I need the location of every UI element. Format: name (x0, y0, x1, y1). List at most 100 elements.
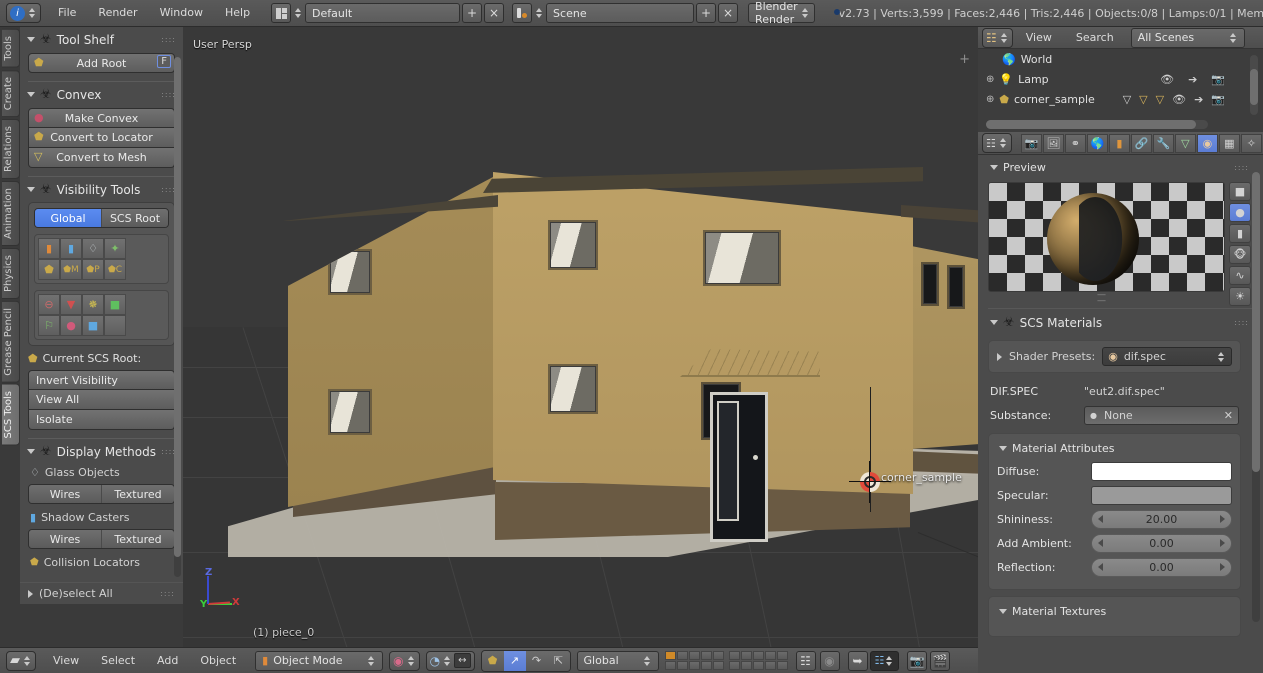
snap-chevron-icon[interactable] (884, 655, 894, 666)
expand-triangle-icon[interactable] (997, 352, 1002, 361)
delete-layout-button[interactable]: × (484, 3, 505, 23)
layer-7[interactable] (740, 651, 752, 660)
panel-header-scs-materials[interactable]: ☣ SCS Materials :::: (978, 313, 1263, 334)
viewport-shading-selector[interactable]: ◉ (389, 650, 420, 671)
locator-m-icon[interactable]: ⬟M (60, 259, 82, 280)
viewport-editor-type-selector[interactable]: ▰ (6, 650, 36, 671)
cone-icon[interactable]: ▼ (60, 294, 82, 315)
screen-layout-field[interactable]: Default (305, 3, 461, 23)
visibility-scope-toggle[interactable]: Global SCS Root (34, 208, 169, 228)
layer-11[interactable] (664, 661, 676, 670)
layer-17[interactable] (740, 661, 752, 670)
clear-substance-icon[interactable]: ✕ (1224, 409, 1233, 422)
panel-header-tool-shelf[interactable]: ☣ Tool Shelf :::: (20, 27, 183, 50)
chevron-updown-icon[interactable] (22, 655, 32, 666)
locator-icon[interactable]: ⬟ (38, 259, 60, 280)
panel-header-display-methods[interactable]: ☣ Display Methods :::: (20, 439, 183, 462)
tab-material[interactable]: ◉ (1196, 133, 1218, 153)
layer-4[interactable] (700, 651, 712, 660)
sphere-sky-preview-icon[interactable]: ☀ (1229, 287, 1251, 306)
tab-data[interactable]: ▽ (1174, 133, 1196, 153)
mesh-triangle-icon[interactable]: ▽ (1123, 93, 1131, 106)
scope-option-scs-root[interactable]: SCS Root (102, 209, 168, 227)
menu-file[interactable]: File (47, 3, 87, 23)
pivot-chevron-icon[interactable] (442, 655, 452, 666)
cube-preview-icon[interactable]: ▮ (1229, 224, 1251, 243)
box-blue-icon[interactable]: ▮ (60, 238, 82, 259)
outliner-menu-view[interactable]: View (1015, 28, 1063, 48)
properties-editor[interactable]: ☷ 📷 🖼 ⚭ 🌎 ▮ 🔗 🔧 ▽ ◉ ▦ ✧ Preview :::: ■ ●… (978, 132, 1263, 673)
make-convex-button[interactable]: ● Make Convex (28, 108, 175, 128)
layer-14[interactable] (700, 661, 712, 670)
screen-layout-icon[interactable] (271, 3, 292, 23)
scene-layers[interactable] (664, 651, 788, 670)
layer-20[interactable] (776, 661, 788, 670)
pivot-point-selector[interactable]: ◔ ↔ (425, 650, 475, 671)
translate-manipulator-icon[interactable]: ↗ (503, 650, 526, 671)
outliner-editor[interactable]: ☷ View Search All Scenes 🌎 World ⊕ 💡 Lam… (978, 27, 1263, 132)
pivot-align-icon[interactable]: ↔ (454, 653, 471, 668)
lock-to-scene-icon[interactable]: ☷ (795, 650, 816, 671)
glass-objects-display-toggle[interactable]: Wires Textured (28, 484, 175, 504)
shadow-icon[interactable]: ✦ (104, 238, 126, 259)
scope-option-global[interactable]: Global (35, 209, 102, 227)
preview-resize-handle[interactable]: — — (978, 291, 1225, 306)
proportional-edit-icon[interactable]: ◉ (819, 650, 840, 671)
tab-modifiers[interactable]: 🔧 (1152, 133, 1174, 153)
glass-wires-option[interactable]: Wires (29, 485, 102, 503)
shadow-wires-option[interactable]: Wires (29, 530, 102, 548)
shader-presets-dropdown[interactable]: ◉ dif.spec (1102, 347, 1232, 366)
expand-triangle-icon[interactable] (28, 589, 33, 598)
sidebar-tab-grease-pencil[interactable]: Grease Pencil (2, 300, 20, 383)
map-point-icon[interactable]: ■ (82, 315, 104, 336)
snap-magnet-icon[interactable]: ➥ (847, 650, 868, 671)
tab-object[interactable]: ▮ (1108, 133, 1130, 153)
outliner-menu-search[interactable]: Search (1065, 28, 1125, 48)
properties-scrollbar[interactable] (1252, 172, 1260, 622)
panel-grip-icon[interactable]: :::: (160, 589, 175, 597)
interaction-mode-selector[interactable]: ▮ Object Mode (255, 650, 384, 671)
viewport-menu-view[interactable]: View (42, 651, 90, 671)
panel-grip-icon[interactable]: :::: (161, 35, 176, 43)
sidebar-tab-relations[interactable]: Relations (2, 118, 20, 179)
outliner-display-mode-selector[interactable]: All Scenes (1130, 27, 1245, 48)
layer-9[interactable] (764, 651, 776, 660)
specular-color-swatch[interactable] (1091, 485, 1232, 505)
layer-18[interactable] (752, 661, 764, 670)
collapse-triangle-icon[interactable] (990, 165, 998, 170)
eye-icon[interactable]: 👁 (1160, 73, 1174, 86)
add-layout-button[interactable]: + (462, 3, 483, 23)
sign-icon[interactable]: ⚐ (38, 315, 60, 336)
3d-viewport[interactable]: corner_sample User Persp (1) piece_0 + Y… (183, 27, 978, 647)
layer-2[interactable] (676, 651, 688, 660)
tab-particles[interactable]: ✧ (1240, 133, 1262, 153)
deselect-all-panel[interactable]: (De)select All :::: (20, 582, 183, 604)
expand-plus-icon[interactable]: ⊕ (986, 74, 994, 85)
panel-header-convex[interactable]: ☣ Convex :::: (20, 82, 183, 105)
increment-icon[interactable] (1220, 539, 1225, 547)
layer-1[interactable] (664, 651, 676, 660)
spawn-icon[interactable]: ● (60, 315, 82, 336)
reflection-slider[interactable]: 0.00 (1091, 557, 1232, 577)
chevron-updown-icon[interactable] (27, 8, 37, 18)
scene-icon[interactable] (512, 3, 533, 23)
scene-chevron-icon[interactable] (534, 8, 544, 18)
tab-constraints[interactable]: 🔗 (1130, 133, 1152, 153)
panel-grip-icon[interactable]: :::: (1234, 163, 1249, 171)
sidebar-tab-physics[interactable]: Physics (2, 247, 20, 299)
cursor-icon[interactable]: ➔ (1188, 73, 1197, 86)
isolate-button[interactable]: Isolate (28, 410, 175, 430)
camera-icon[interactable]: 📷 (1211, 73, 1225, 86)
substance-field[interactable]: ● None ✕ (1084, 405, 1239, 425)
add-root-shortcut-badge[interactable]: F (157, 55, 171, 68)
manipulator-toggle-icon[interactable]: ⬟ (481, 650, 504, 671)
layer-16[interactable] (728, 661, 740, 670)
outliner-vertical-scrollbar[interactable] (1250, 55, 1258, 115)
add-ambient-slider[interactable]: 0.00 (1091, 533, 1232, 553)
increment-icon[interactable] (1220, 563, 1225, 571)
outliner-row-world[interactable]: 🌎 World (978, 49, 1263, 69)
toolshelf-scroll-thumb[interactable] (174, 57, 181, 557)
eye-icon[interactable]: 👁 (1172, 93, 1186, 106)
chevron-updown-icon[interactable] (998, 138, 1008, 148)
locator-p-icon[interactable]: ⬟P (82, 259, 104, 280)
